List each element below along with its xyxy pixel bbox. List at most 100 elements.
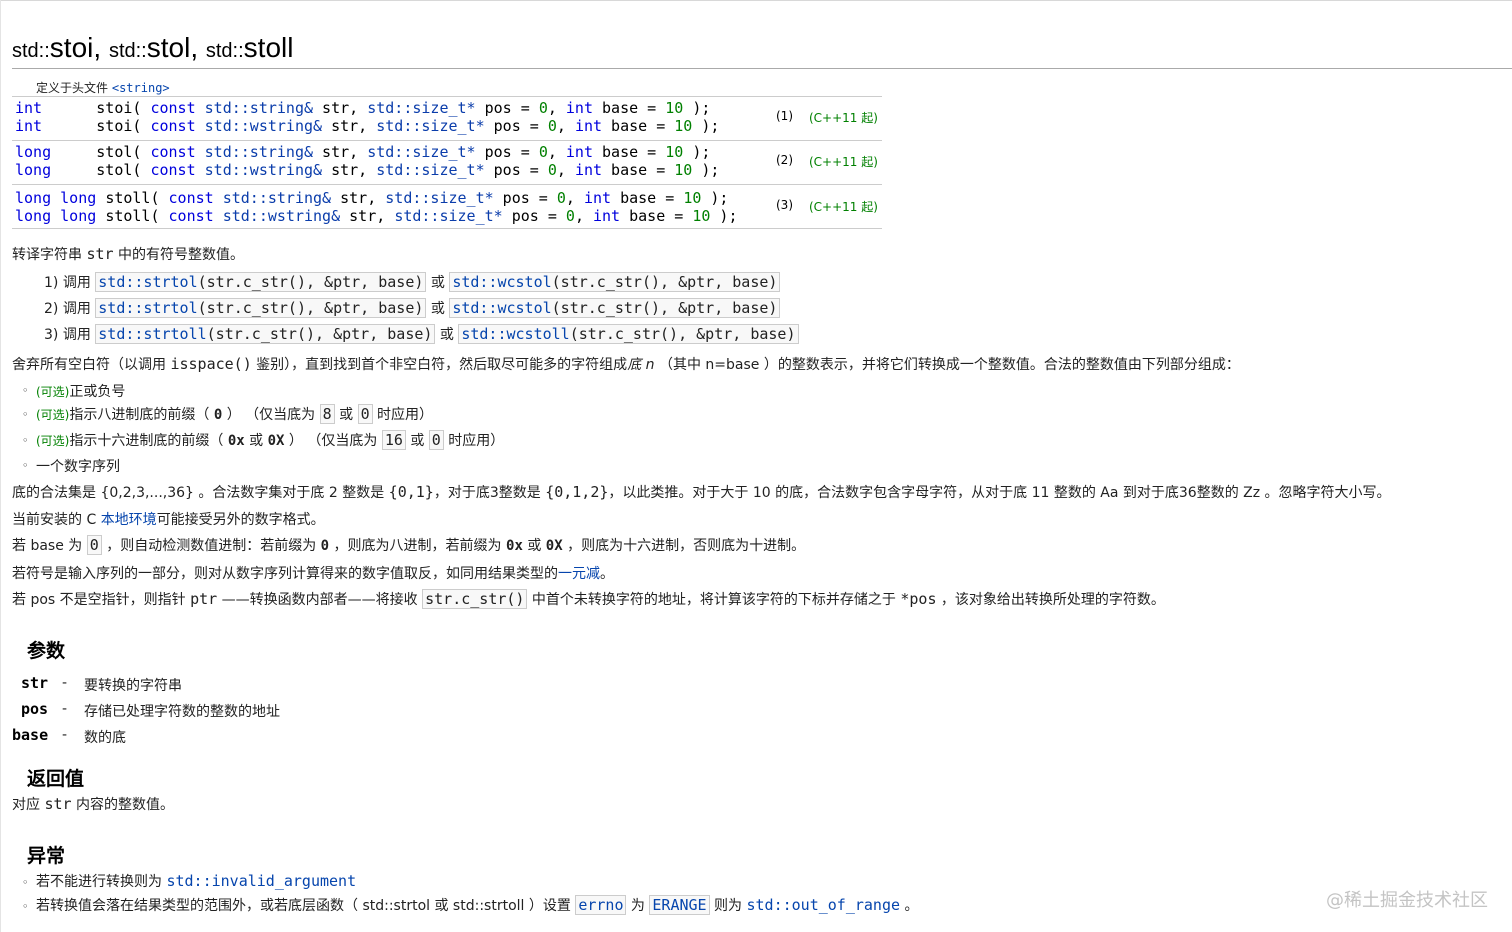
text: 可能接受另外的数字格式。 xyxy=(156,512,325,528)
text: 当前安装的 C xyxy=(12,512,101,528)
param-name: str xyxy=(21,674,49,692)
bullet-hex: (可选)指示十六进制底的前缀（ 0x 或 0X ） （仅当底为 16 或 0 时… xyxy=(36,430,504,450)
overload-number: (3) xyxy=(776,198,793,212)
text: ，以此类推。对于大于 10 的底，合法数字包含字母字符，从对于底 11 整数的 … xyxy=(608,485,1391,501)
declaration-line: int stoi( const std::wstring& str, std::… xyxy=(15,117,720,135)
code-str: str xyxy=(44,795,72,813)
bullet-marker: ◦ xyxy=(22,384,29,397)
bullet-marker: ◦ xyxy=(22,876,29,889)
code-zero-box: 0 xyxy=(357,404,373,424)
code-isspace: isspace() xyxy=(170,355,252,373)
text: 或 xyxy=(522,538,546,554)
exception-invalid-argument: 若不能进行转换则为 std::invalid_argument xyxy=(36,871,356,891)
function-link[interactable]: std::strtoll xyxy=(98,325,206,343)
title-divider xyxy=(12,68,1512,69)
returns-heading: 返回值 xyxy=(27,768,85,790)
invalid-argument-link[interactable]: std::invalid_argument xyxy=(166,872,356,890)
erange-link[interactable]: ERANGE xyxy=(649,895,710,915)
left-border xyxy=(0,0,1,932)
text: ） （仅当底为 xyxy=(222,407,320,423)
code-sixteen: 16 xyxy=(381,430,406,450)
function-link[interactable]: std::wcstol xyxy=(452,299,551,317)
optional-tag: (可选) xyxy=(36,434,70,448)
locale-paragraph: 当前安装的 C 本地环境可能接受另外的数字格式。 xyxy=(12,509,325,529)
text: 。 xyxy=(600,566,614,582)
code-pos: *pos xyxy=(900,590,937,608)
call-code: std::wcstol(str.c_str(), &ptr, base) xyxy=(449,272,781,292)
call-item: 2) 调用 std::strtol(str.c_str(), &ptr, bas… xyxy=(44,298,781,318)
text: 为 xyxy=(626,898,650,914)
declaration-line: long stol( const std::string& str, std::… xyxy=(15,143,711,161)
text: 时应用） xyxy=(443,433,505,449)
auto-detect-paragraph: 若 base 为 0 ，则自动检测数值进制：若前缀为 0 ，则底为八进制，若前缀… xyxy=(12,535,805,555)
function-link[interactable]: std::wcstol xyxy=(452,273,551,291)
text: （其中 n=base ）的整数表示，并将它们转换成一个整数值。合法的整数值由下列… xyxy=(654,357,1240,373)
text: 若 base 为 xyxy=(12,538,87,554)
call-code: std::wcstol(str.c_str(), &ptr, base) xyxy=(449,298,781,318)
discard-paragraph: 舍弃所有空白符（以调用 isspace() 鉴别），直到找到首个非空白符，然后取… xyxy=(12,354,1240,374)
function-link[interactable]: std::wcstoll xyxy=(461,325,569,343)
title-stoi: stoi xyxy=(49,32,94,63)
text: 对应 xyxy=(12,797,45,813)
function-link[interactable]: std::strtol xyxy=(98,273,197,291)
text: ，则自动检测数值进制：若前缀为 xyxy=(101,538,321,554)
base-n: 底 n xyxy=(627,357,655,373)
text: 或 xyxy=(405,433,429,449)
code-0x: 0x xyxy=(227,433,245,449)
text: 指示八进制底的前缀（ xyxy=(69,407,214,423)
out-of-range-link[interactable]: std::out_of_range xyxy=(746,896,900,914)
errno-link[interactable]: errno xyxy=(575,895,627,915)
text: ，该对象给出转换所处理的字符数。 xyxy=(936,592,1165,608)
code-0x: 0x xyxy=(506,538,523,554)
code-zero: 0 xyxy=(320,538,330,554)
base-set-paragraph: 底的合法集是 {0,2,3,...,36} 。合法数字集对于底 2 整数是 {0… xyxy=(12,482,1391,502)
title-stoll: stoll xyxy=(243,32,294,63)
title-stol: stol xyxy=(146,32,191,63)
code-eight: 8 xyxy=(319,404,335,424)
top-border xyxy=(0,0,1512,1)
params-heading: 参数 xyxy=(27,640,66,662)
text: ） （仅当底为 xyxy=(284,433,382,449)
header-label: 定义于头文件 xyxy=(36,81,109,95)
exceptions-heading: 异常 xyxy=(27,845,66,867)
call-code: std::strtol(str.c_str(), &ptr, base) xyxy=(95,272,427,292)
since-badge: (C++11 起) xyxy=(809,200,878,214)
param-dash: - xyxy=(62,701,68,717)
overload-number: (2) xyxy=(776,153,793,167)
declaration-line: long long stoll( const std::wstring& str… xyxy=(15,207,738,225)
title-namespace: std:: xyxy=(205,40,244,62)
code-0X: 0X xyxy=(267,433,285,449)
optional-tag: (可选) xyxy=(36,385,70,399)
bullet-marker: ◦ xyxy=(22,434,29,447)
text: 正或负号 xyxy=(69,384,126,400)
call-item: 1) 调用 std::strtol(str.c_str(), &ptr, bas… xyxy=(44,272,781,292)
param-description: 要转换的字符串 xyxy=(84,678,182,694)
unary-minus-link[interactable]: 一元减 xyxy=(558,566,600,582)
header-file-link[interactable]: <string> xyxy=(112,81,170,95)
text: 指示十六进制底的前缀（ xyxy=(69,433,228,449)
function-link[interactable]: std::strtol xyxy=(98,299,197,317)
optional-tag: (可选) xyxy=(36,408,70,422)
call-code: std::strtol(str.c_str(), &ptr, base) xyxy=(95,298,427,318)
title-namespace: std:: xyxy=(12,40,50,62)
bullet-octal: (可选)指示八进制底的前缀（ 0 ） （仅当底为 8 或 0 时应用） xyxy=(36,404,433,424)
page-title: std::stoi, std::stol, std::stoll xyxy=(12,32,293,64)
param-dash: - xyxy=(62,675,68,691)
text: 中首个未转换字符的地址，将计算该字符的下标并存储之于 xyxy=(527,592,901,608)
text: 则为 xyxy=(709,898,747,914)
decl-divider xyxy=(12,228,882,229)
text: 一个数字序列 xyxy=(36,459,120,475)
locale-link[interactable]: 本地环境 xyxy=(101,512,157,528)
text: 。 xyxy=(900,898,919,914)
decl-divider xyxy=(12,96,882,97)
text: 若转换值会落在结果类型的范围外，或若底层函数（ std::strtol 或 st… xyxy=(36,898,576,914)
call-item: 3) 调用 std::strtoll(str.c_str(), &ptr, ba… xyxy=(44,324,799,344)
exception-out-of-range: 若转换值会落在结果类型的范围外，或若底层函数（ std::strtol 或 st… xyxy=(36,895,918,915)
param-description: 存储已处理字符数的整数的地址 xyxy=(84,704,280,720)
text: ，则底为十六进制，否则底为十进制。 xyxy=(562,538,806,554)
declaration-line: long long stoll( const std::string& str,… xyxy=(15,189,729,207)
code-str: str xyxy=(86,245,114,263)
since-badge: (C++11 起) xyxy=(809,155,878,169)
text: 或 xyxy=(334,407,358,423)
returns-text: 对应 str 内容的整数值。 xyxy=(12,794,174,814)
